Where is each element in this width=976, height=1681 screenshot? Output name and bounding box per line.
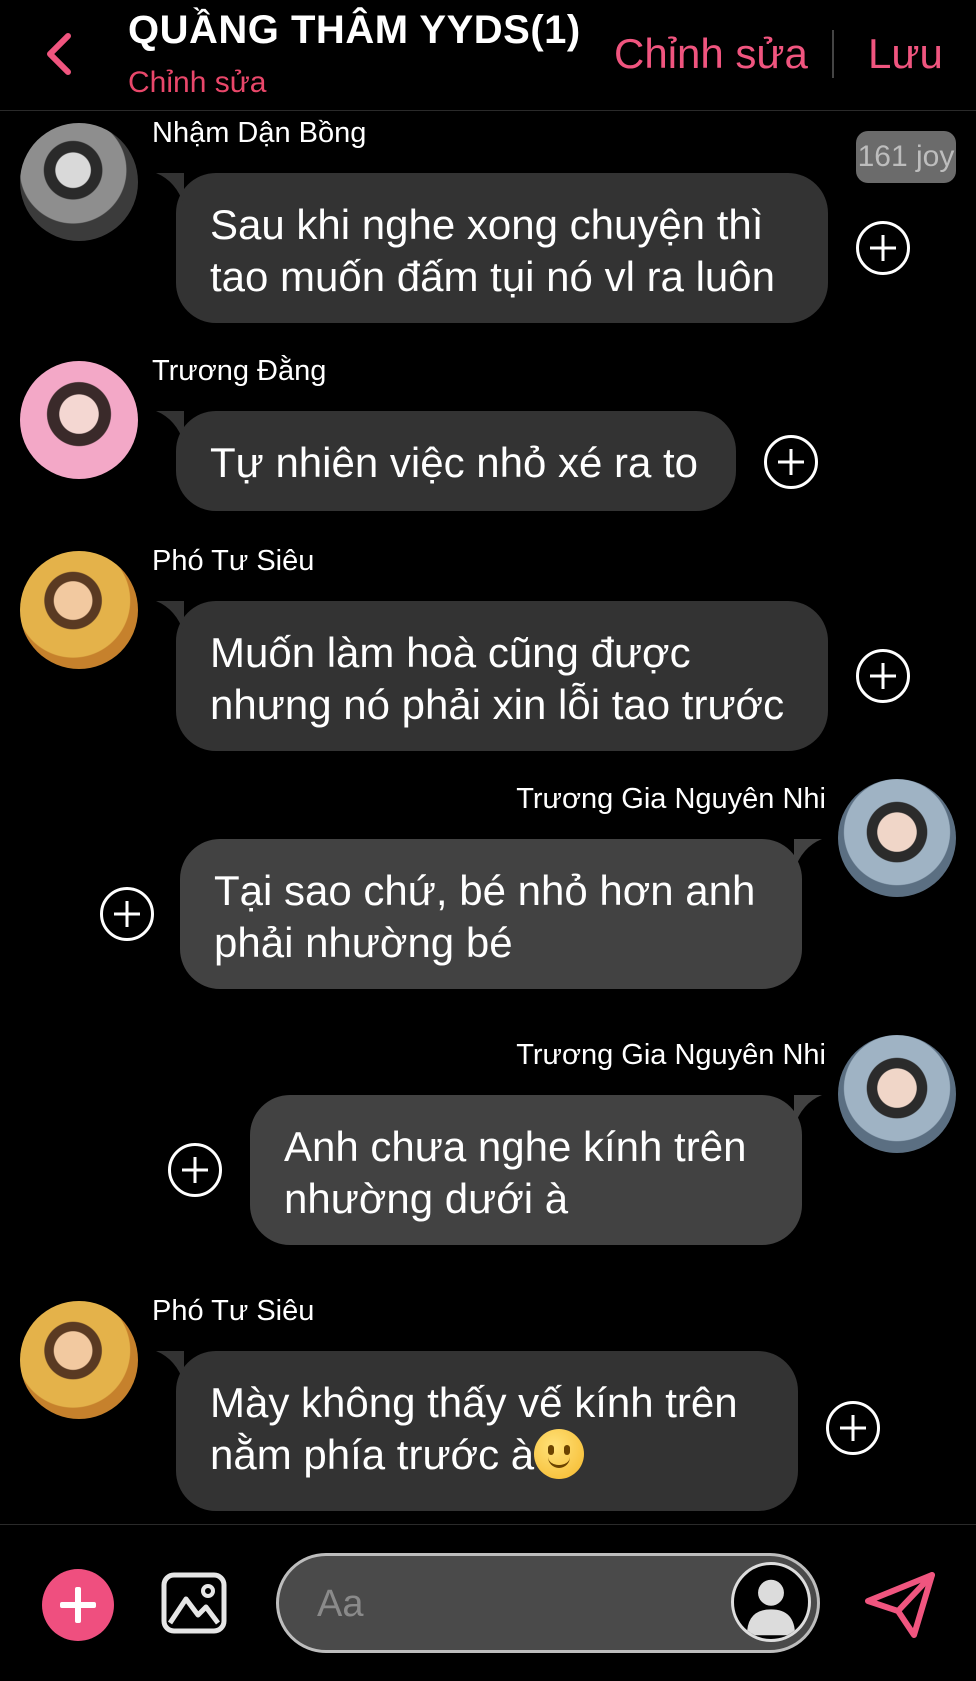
- message-line: Mày không thấy vế kính trên: [210, 1379, 738, 1426]
- top-bar: QUẦNG THÂM YYDS(1) Chỉnh sửa Chỉnh sửa L…: [0, 0, 976, 111]
- message-line: Muốn làm hoà cũng được: [210, 629, 691, 676]
- send-icon[interactable]: [862, 1569, 938, 1641]
- avatar[interactable]: [20, 551, 138, 669]
- header-divider: [832, 30, 834, 78]
- sender-name: Trương Gia Nguyên Nhi: [516, 1039, 826, 1071]
- message-bubble[interactable]: Sau khi nghe xong chuyện thì tao muốn đấ…: [156, 173, 828, 323]
- message-bubble[interactable]: Anh chưa nghe kính trên nhường dưới à: [250, 1095, 822, 1245]
- avatar[interactable]: [20, 123, 138, 241]
- add-reaction-icon[interactable]: [168, 1143, 222, 1197]
- message-input-wrap: [276, 1553, 820, 1653]
- image-icon[interactable]: [160, 1569, 228, 1637]
- message-bubble[interactable]: Muốn làm hoà cũng được nhưng nó phải xin…: [156, 601, 828, 751]
- message-bubble[interactable]: Tự nhiên việc nhỏ xé ra to: [156, 411, 736, 511]
- message-line: tao muốn đấm tụi nó vl ra luôn: [210, 253, 775, 300]
- message-bubble[interactable]: Tại sao chứ, bé nhỏ hơn anh phải nhường …: [180, 839, 822, 989]
- add-reaction-icon[interactable]: [100, 887, 154, 941]
- bubble-tail: [156, 1351, 184, 1383]
- bubble-tail: [794, 1095, 822, 1127]
- bubble-tail: [156, 411, 184, 443]
- message-bubble[interactable]: Mày không thấy vế kính trên nằm phía trư…: [156, 1351, 798, 1511]
- message-line: Tự nhiên việc nhỏ xé ra to: [210, 439, 699, 486]
- message-line: Anh chưa nghe kính trên: [284, 1123, 747, 1170]
- avatar[interactable]: [838, 1035, 956, 1153]
- message-line: Tại sao chứ, bé nhỏ hơn anh: [214, 867, 756, 914]
- joy-badge: 161 joy: [856, 131, 956, 183]
- user-avatar-icon[interactable]: [731, 1562, 811, 1642]
- avatar[interactable]: [838, 779, 956, 897]
- message-line-with-emoji: nằm phía trước à: [210, 1429, 764, 1481]
- bubble-tail: [794, 839, 822, 871]
- message-line: nhưng nó phải xin lỗi tao trước: [210, 681, 785, 728]
- sender-name: Trương Đằng: [152, 355, 327, 387]
- avatar[interactable]: [20, 1301, 138, 1419]
- chevron-left-icon: [47, 33, 71, 75]
- chat-title: QUẦNG THÂM YYDS(1): [128, 8, 581, 52]
- message-input[interactable]: [315, 1578, 699, 1630]
- chat-subtitle[interactable]: Chỉnh sửa: [128, 66, 267, 100]
- save-button[interactable]: Lưu: [868, 30, 943, 78]
- add-reaction-icon[interactable]: [826, 1401, 880, 1455]
- slightly-smiling-face-icon: [534, 1429, 585, 1479]
- sender-name: Trương Gia Nguyên Nhi: [516, 783, 826, 815]
- sender-name: Phó Tư Siêu: [152, 1295, 315, 1327]
- edit-button[interactable]: Chỉnh sửa: [614, 30, 808, 78]
- message-line: Sau khi nghe xong chuyện thì: [210, 201, 764, 248]
- composer-bar: [0, 1524, 976, 1681]
- message-line: nằm phía trước à: [210, 1431, 535, 1478]
- add-reaction-icon[interactable]: [856, 649, 910, 703]
- bubble-tail: [156, 173, 184, 205]
- chat-area[interactable]: Nhậm Dận Bồng 161 joy Sau khi nghe xong …: [0, 111, 976, 1524]
- add-reaction-icon[interactable]: [856, 221, 910, 275]
- add-reaction-icon[interactable]: [764, 435, 818, 489]
- sender-name: Nhậm Dận Bồng: [152, 117, 367, 149]
- sender-name: Phó Tư Siêu: [152, 545, 315, 577]
- message-line: phải nhường bé: [214, 919, 513, 966]
- message-line: nhường dưới à: [284, 1175, 569, 1222]
- back-button[interactable]: [40, 30, 80, 78]
- bubble-tail: [156, 601, 184, 633]
- plus-icon[interactable]: [42, 1569, 114, 1641]
- avatar[interactable]: [20, 361, 138, 479]
